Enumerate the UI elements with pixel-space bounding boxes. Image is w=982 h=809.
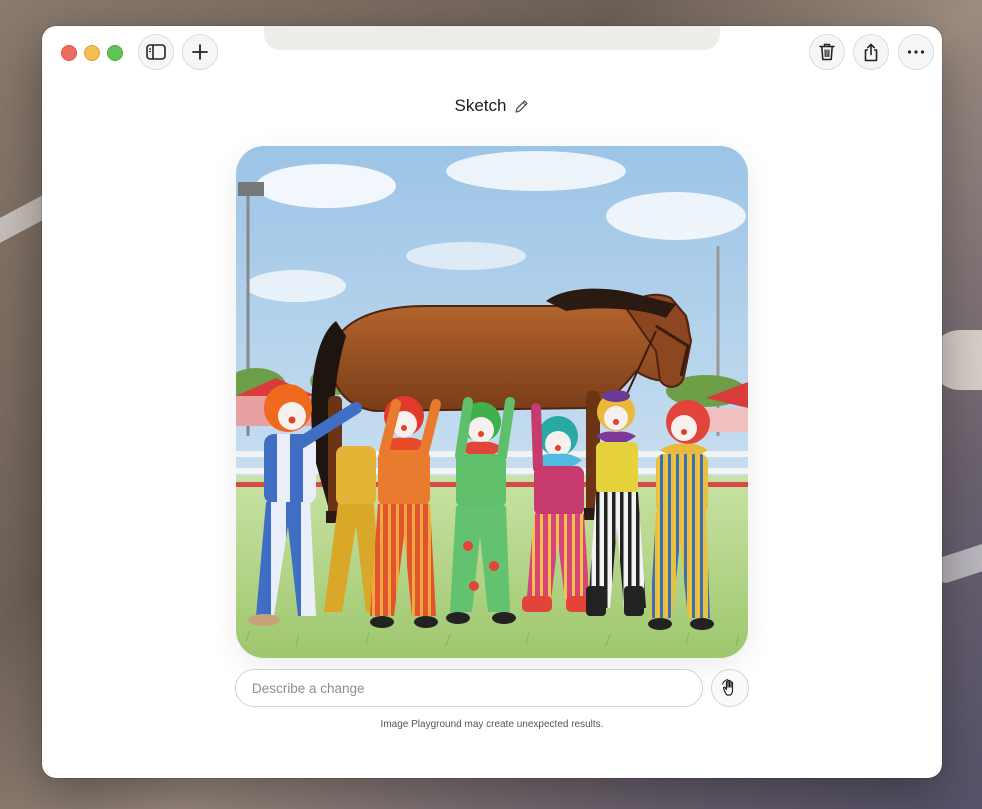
toolbar-backdrop <box>264 26 720 50</box>
disclaimer-text: Image Playground may create unexpected r… <box>380 719 604 730</box>
image-playground-window: Sketch Describe a change Image Playgroun… <box>42 26 942 778</box>
sidebar-icon <box>146 44 166 60</box>
sketch-illustration <box>236 146 748 658</box>
minimize-window-button[interactable] <box>84 45 100 61</box>
plus-icon <box>192 44 208 60</box>
describe-change-input[interactable] <box>235 669 703 707</box>
image-style-title[interactable]: Sketch <box>42 94 942 118</box>
close-window-button[interactable] <box>61 45 77 61</box>
generated-image[interactable] <box>236 146 748 658</box>
page-title: Sketch <box>454 96 507 115</box>
sidebar-toggle-button[interactable] <box>138 34 174 70</box>
gesture-button[interactable] <box>711 669 749 707</box>
share-icon <box>864 43 878 61</box>
share-button[interactable] <box>853 34 889 70</box>
delete-button[interactable] <box>809 34 845 70</box>
ellipsis-icon <box>907 50 925 54</box>
maximize-window-button[interactable] <box>107 45 123 61</box>
new-image-button[interactable] <box>182 34 218 70</box>
hand-gesture-icon <box>721 678 734 696</box>
pencil-icon[interactable] <box>514 99 529 114</box>
more-button[interactable] <box>898 34 934 70</box>
trash-icon <box>819 43 835 61</box>
